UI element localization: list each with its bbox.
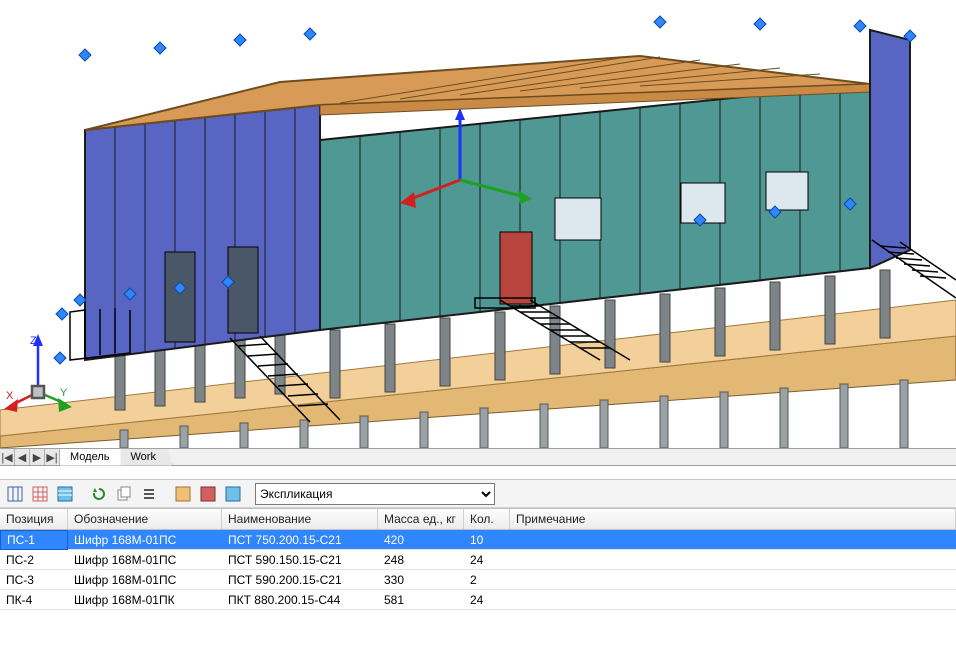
tab-nav-first[interactable]: |◀ <box>0 449 15 465</box>
ucs-x-label: X <box>6 390 14 402</box>
col-qty[interactable]: Кол. <box>464 509 510 529</box>
cell-note <box>510 558 956 562</box>
cell-mass: 248 <box>378 551 464 569</box>
table-row[interactable]: ПС-3Шифр 168М-01ПСПСТ 590.200.15-С213302 <box>0 570 956 590</box>
cell-name: ПСТ 590.200.15-С21 <box>222 571 378 589</box>
spec-toolbar: Экспликация <box>0 480 956 508</box>
tool-cols-icon[interactable] <box>4 483 26 505</box>
cell-pos: ПК-4 <box>0 591 68 609</box>
cell-pos: ПС-2 <box>0 551 68 569</box>
tab-nav-next[interactable]: ▶ <box>30 449 45 465</box>
cell-design: Шифр 168М-01ПС <box>68 571 222 589</box>
cell-note <box>510 578 956 582</box>
ucs-z-label: Z <box>30 335 37 347</box>
tool-hatch2-icon[interactable] <box>197 483 219 505</box>
cell-qty: 24 <box>464 591 510 609</box>
tool-refresh-icon[interactable] <box>88 483 110 505</box>
tool-copy-icon[interactable] <box>113 483 135 505</box>
cell-mass: 330 <box>378 571 464 589</box>
cell-design: Шифр 168М-01ПС <box>68 551 222 569</box>
col-pos[interactable]: Позиция <box>0 509 68 529</box>
tab-work[interactable]: Work <box>120 449 172 466</box>
cell-name: ПСТ 750.200.15-С21 <box>222 531 378 549</box>
tab-model[interactable]: Модель <box>60 449 126 466</box>
tool-grid-icon[interactable] <box>29 483 51 505</box>
cell-pos: ПС-1 <box>0 530 68 550</box>
tool-table-icon[interactable] <box>54 483 76 505</box>
spec-type-dropdown[interactable]: Экспликация <box>255 483 495 505</box>
layout-tabs: |◀ ◀ ▶ ▶| Модель Work <box>0 448 956 466</box>
table-row[interactable]: ПК-4Шифр 168М-01ПКПКТ 880.200.15-С445812… <box>0 590 956 610</box>
cell-qty: 2 <box>464 571 510 589</box>
tab-nav-prev[interactable]: ◀ <box>15 449 30 465</box>
grid-header: Позиция Обозначение Наименование Масса е… <box>0 509 956 530</box>
cell-mass: 420 <box>378 531 464 549</box>
col-mass[interactable]: Масса ед., кг <box>378 509 464 529</box>
tool-hatch3-icon[interactable] <box>222 483 244 505</box>
col-note[interactable]: Примечание <box>510 509 956 529</box>
col-name[interactable]: Наименование <box>222 509 378 529</box>
model-viewport[interactable]: Z X Y <box>0 0 956 448</box>
table-row[interactable]: ПС-2Шифр 168М-01ПСПСТ 590.150.15-С212482… <box>0 550 956 570</box>
cell-pos: ПС-3 <box>0 571 68 589</box>
tool-hatch1-icon[interactable] <box>172 483 194 505</box>
cell-note <box>510 538 956 542</box>
tool-list-icon[interactable] <box>138 483 160 505</box>
cell-qty: 24 <box>464 551 510 569</box>
ucs-y-label: Y <box>60 387 68 399</box>
cell-mass: 581 <box>378 591 464 609</box>
cell-name: ПКТ 880.200.15-С44 <box>222 591 378 609</box>
tab-nav-last[interactable]: ▶| <box>45 449 60 465</box>
spec-grid[interactable]: Позиция Обозначение Наименование Масса е… <box>0 508 956 610</box>
col-design[interactable]: Обозначение <box>68 509 222 529</box>
table-row[interactable]: ПС-1Шифр 168М-01ПСПСТ 750.200.15-С214201… <box>0 530 956 550</box>
cell-design: Шифр 168М-01ПС <box>68 531 222 549</box>
cell-qty: 10 <box>464 531 510 549</box>
cell-design: Шифр 168М-01ПК <box>68 591 222 609</box>
cell-name: ПСТ 590.150.15-С21 <box>222 551 378 569</box>
cell-note <box>510 598 956 602</box>
